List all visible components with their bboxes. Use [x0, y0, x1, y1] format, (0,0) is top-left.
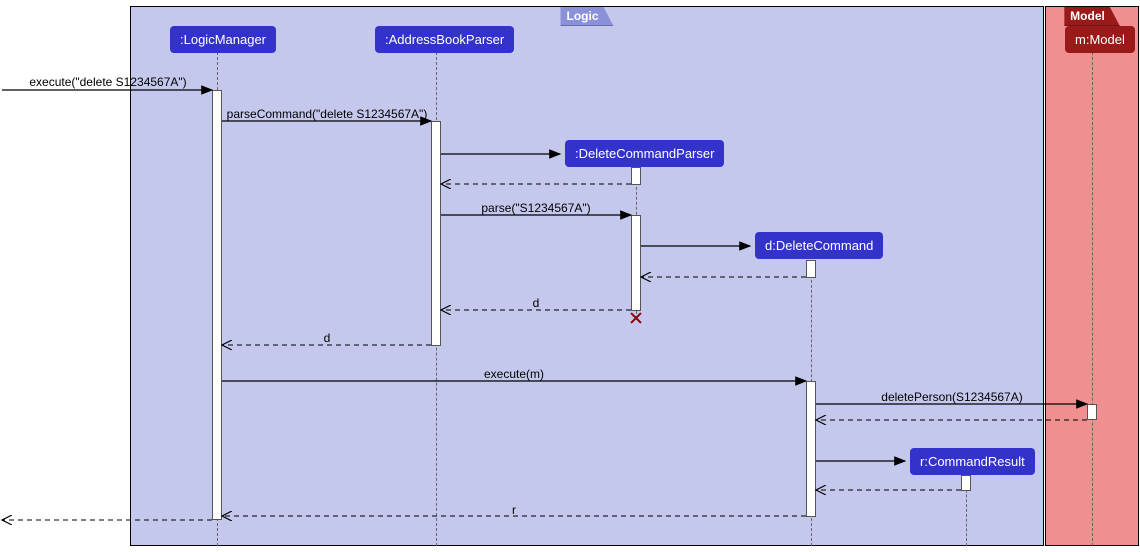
msg-return-d1: d — [533, 296, 540, 310]
model-frame-label: Model — [1064, 7, 1120, 26]
msg-parse: parse("S1234567A") — [481, 201, 590, 215]
participant-logicmanager: :LogicManager — [170, 26, 276, 53]
participant-addressbookparser: :AddressBookParser — [375, 26, 514, 53]
activation-dc-1 — [806, 260, 816, 278]
msg-return-d2: d — [324, 331, 331, 345]
msg-deleteperson: deletePerson(S1234567A) — [881, 390, 1022, 404]
logic-frame: Logic — [130, 6, 1044, 546]
logic-frame-label: Logic — [561, 7, 614, 26]
lifeline-model — [1092, 52, 1093, 546]
activation-logicmanager — [212, 90, 222, 520]
destroy-icon — [629, 311, 643, 325]
activation-dc-2 — [806, 381, 816, 517]
activation-dcp-1 — [631, 167, 641, 185]
activation-cr — [961, 475, 971, 491]
activation-addressbookparser — [431, 121, 441, 346]
participant-deletecommand: d:DeleteCommand — [755, 232, 883, 259]
participant-commandresult: r:CommandResult — [910, 448, 1035, 475]
activation-model — [1087, 404, 1097, 420]
msg-execute-m: execute(m) — [484, 367, 544, 381]
participant-deletecommandparser: :DeleteCommandParser — [565, 140, 724, 167]
activation-dcp-2 — [631, 215, 641, 311]
msg-execute-delete: execute("delete S1234567A") — [29, 75, 186, 89]
msg-parsecommand: parseCommand("delete S1234567A") — [227, 107, 428, 121]
participant-model: m:Model — [1065, 26, 1135, 53]
msg-return-r: r — [512, 503, 516, 517]
